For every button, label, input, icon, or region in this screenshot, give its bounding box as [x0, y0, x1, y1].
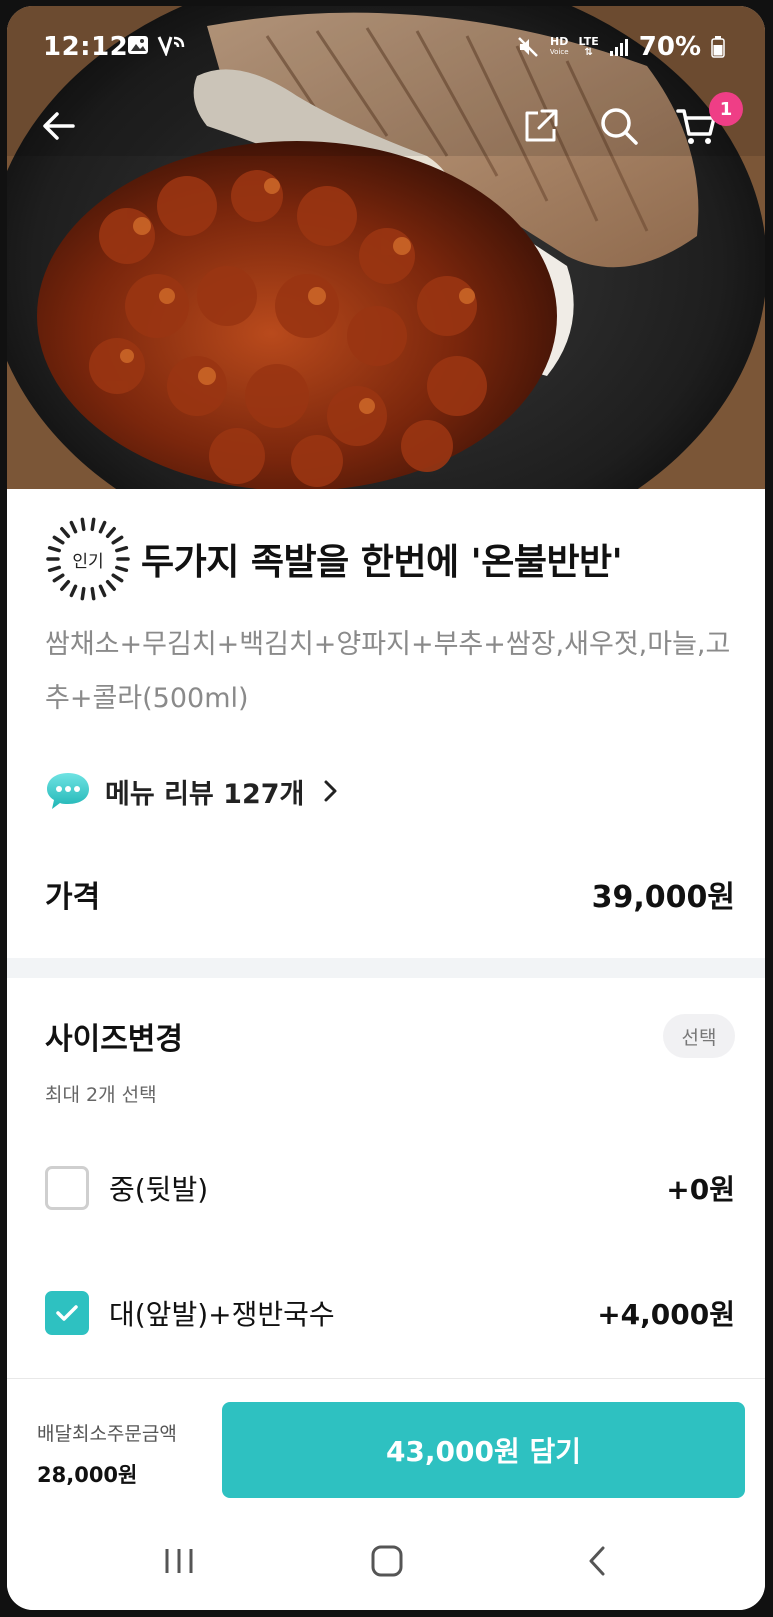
- battery-percent: 70%: [638, 32, 701, 62]
- menu-review-label: 메뉴 리뷰 127개: [105, 778, 305, 810]
- menu-description: 쌈채소+무김치+백김치+양파지+부추+쌈장,새우젓,마늘,고추+콜라(500ml…: [45, 629, 731, 714]
- recent-apps-button[interactable]: [149, 1536, 209, 1586]
- option-label: 대(앞발)+쟁반국수: [109, 1298, 335, 1331]
- share-icon: [525, 109, 558, 142]
- section-divider: [7, 958, 765, 978]
- battery-icon: [711, 36, 725, 58]
- cart-count-badge: 1: [709, 92, 743, 126]
- system-nav-bar: [7, 1510, 765, 1610]
- app-screen: 12:12 HD Voice LTE ⇅ 70% 1 인기 두가지 족발을 한번…: [7, 6, 765, 1610]
- back-arrow-icon: [43, 112, 75, 140]
- optional-tag: 선택: [663, 1014, 735, 1058]
- size-option-limit: 최대 2개 선택: [45, 1084, 157, 1106]
- order-bottom-bar: 배달최소주문금액 28,000원 43,000원 담기: [7, 1378, 765, 1510]
- share-button[interactable]: [519, 104, 563, 148]
- option-label: 중(뒷발): [109, 1173, 209, 1206]
- add-to-cart-button[interactable]: 43,000원 담기: [222, 1402, 745, 1498]
- checkmark-icon: [56, 1305, 78, 1321]
- option-row-large[interactable]: 대(앞발)+쟁반국수 +4,000원: [45, 1291, 735, 1335]
- search-button[interactable]: [597, 104, 641, 148]
- search-icon: [601, 108, 638, 145]
- gallery-notification-icon: [128, 36, 148, 54]
- size-option-title: 사이즈변경: [45, 1022, 183, 1057]
- lte-label: LTE: [578, 35, 599, 48]
- min-order-value: 28,000원: [37, 1463, 138, 1487]
- hd-voice-indicator: HD Voice: [550, 36, 569, 58]
- menu-title: 두가지 족발을 한번에 '온불반반': [141, 542, 623, 583]
- status-time: 12:12: [43, 32, 129, 62]
- home-icon: [371, 1545, 403, 1577]
- status-bar: 12:12 HD Voice LTE ⇅ 70%: [7, 6, 765, 84]
- option-price: +4,000원: [597, 1298, 735, 1331]
- menu-review-link[interactable]: 메뉴 리뷰 127개: [45, 770, 340, 812]
- chevron-right-icon: [324, 780, 337, 802]
- min-order-label: 배달최소주문금액: [37, 1423, 177, 1445]
- option-row-medium[interactable]: 중(뒷발) +0원: [45, 1166, 735, 1210]
- size-option-header: 사이즈변경 선택: [45, 1014, 735, 1058]
- option-checkbox-checked[interactable]: [45, 1291, 89, 1335]
- price-label: 가격: [45, 880, 101, 915]
- lte-indicator: LTE ⇅: [578, 35, 599, 58]
- wifi-calling-icon: [157, 36, 185, 56]
- back-button[interactable]: [37, 104, 81, 148]
- popular-badge-label: 인기: [72, 551, 104, 572]
- option-checkbox[interactable]: [45, 1166, 89, 1210]
- home-button[interactable]: [357, 1536, 417, 1586]
- recent-apps-icon: [165, 1549, 193, 1573]
- nav-back-button[interactable]: [567, 1536, 627, 1586]
- voice-label: Voice: [549, 48, 569, 56]
- speech-bubble-icon: [47, 773, 89, 809]
- popular-badge: 인기: [45, 516, 131, 602]
- signal-icon: [609, 39, 628, 56]
- nav-back-icon: [589, 1546, 605, 1576]
- menu-title-row: 인기 두가지 족발을 한번에 '온불반반': [45, 516, 623, 602]
- price-row: 가격 39,000원: [45, 872, 735, 916]
- hd-label: HD: [550, 35, 569, 48]
- option-price: +0원: [666, 1173, 735, 1206]
- mute-icon: [518, 37, 538, 57]
- price-value: 39,000원: [591, 880, 735, 915]
